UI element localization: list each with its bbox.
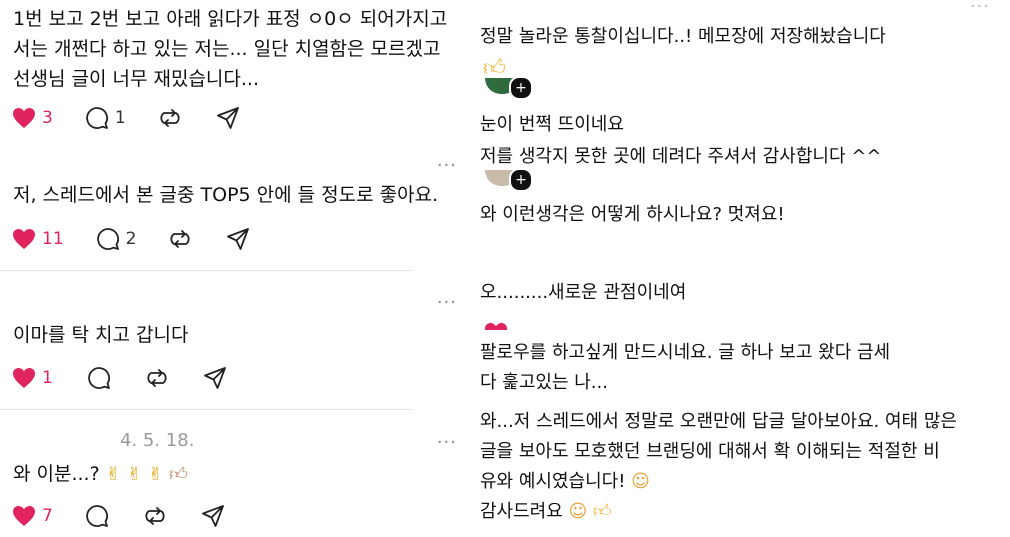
post-actions: 3 1 <box>12 104 240 132</box>
repost-button[interactable] <box>143 502 167 530</box>
comment-text-line: 글을 보아도 모호했던 브랜딩에 대해서 확 이해되는 적절한 비 <box>480 441 940 462</box>
more-icon: ··· <box>436 432 457 453</box>
post-text-line: 선생님 글이 너무 재밌습니다... <box>13 68 259 90</box>
repost-button[interactable] <box>158 104 182 132</box>
repost-icon <box>170 230 191 248</box>
more-options-button[interactable]: ··· <box>970 0 990 16</box>
post-text-line: 와 이분...? <box>13 463 100 485</box>
comment-text-line: 감사드려요 <box>480 501 563 522</box>
like-button[interactable]: 1 <box>12 364 53 392</box>
comment-text: 오.........새로운 관점이네여 <box>480 282 687 303</box>
more-icon: ··· <box>436 292 457 313</box>
thumbs-up-icon: 👍︎ <box>483 56 506 81</box>
comment-text-line: 와...저 스레드에서 정말로 오랜만에 답글 달아보아요. 여태 많은 <box>480 411 957 432</box>
share-button[interactable] <box>226 225 250 253</box>
comment-icon <box>86 505 108 527</box>
smiling-face-icon: ☺︎ <box>568 501 588 522</box>
divider <box>0 270 413 271</box>
heart-icon <box>13 506 35 526</box>
heart-icon <box>13 229 35 249</box>
comment-text-line: 다 훑고있는 나... <box>480 372 608 393</box>
like-button[interactable]: 7 <box>12 502 53 530</box>
reply-button[interactable]: 2 <box>96 225 137 253</box>
share-button[interactable] <box>203 364 227 392</box>
post-actions: 1 <box>12 364 227 392</box>
post-text: 와 이분...? ✌︎ ✌︎ ✌︎ 👍︎ <box>13 459 188 490</box>
divider <box>0 409 413 410</box>
repost-icon <box>160 109 180 127</box>
reply-button[interactable] <box>87 364 111 392</box>
like-count: 11 <box>42 229 64 249</box>
comment-icon <box>88 367 110 389</box>
thumbs-up-icon: 👍︎ <box>593 501 612 522</box>
repost-button[interactable] <box>145 364 169 392</box>
post-date: 4. 5. 18. <box>120 430 195 451</box>
share-button[interactable] <box>201 502 225 530</box>
more-options-button[interactable]: ··· <box>437 294 457 312</box>
post-text-line: 서는 개쩐다 하고 있는 저는... 일단 치열함은 모르겠고 <box>13 38 441 60</box>
comment-icon <box>86 107 108 129</box>
share-button[interactable] <box>216 104 240 132</box>
more-options-button[interactable]: ··· <box>437 434 457 452</box>
like-button[interactable]: 3 <box>12 104 53 132</box>
comment-text: 눈이 번쩍 뜨이네요 <box>480 114 624 135</box>
relieved-face-icon: ☺︎ <box>631 471 650 492</box>
post-text-line: 1번 보고 2번 보고 아래 읽다가 표정 ㅇ0ㅇ 되어가지고 <box>13 8 448 30</box>
more-icon: ··· <box>969 0 990 17</box>
follow-plus-icon[interactable]: + <box>509 168 533 192</box>
post-text: 저, 스레드에서 본 글중 TOP5 안에 들 정도로 좋아요. <box>13 180 438 210</box>
like-button[interactable]: 11 <box>12 225 64 253</box>
comment-icon <box>96 228 119 250</box>
post-text-line: 이마를 탁 치고 갑니다 <box>13 324 189 346</box>
more-options-button[interactable]: ··· <box>437 157 457 175</box>
more-icon: ··· <box>436 155 457 176</box>
post-actions: 7 <box>12 502 225 530</box>
comment-text: 팔로우를 하고싶게 만드시네요. 글 하나 보고 왔다 금세 다 훑고있는 나.… <box>480 338 1000 398</box>
reply-button[interactable]: 1 <box>85 104 126 132</box>
share-icon <box>203 367 226 389</box>
like-count: 3 <box>42 108 53 128</box>
repost-icon <box>145 507 165 525</box>
heart-icon <box>13 108 35 128</box>
thumbs-up-icon: 👍︎ <box>169 464 188 485</box>
post-text: 이마를 탁 치고 갑니다 <box>13 320 188 350</box>
share-icon <box>216 107 239 129</box>
crossed-fingers-icon: ✌︎ <box>126 464 142 485</box>
share-icon <box>201 505 224 527</box>
repost-icon <box>147 369 167 387</box>
heart-icon <box>13 368 35 388</box>
crossed-fingers-icon: ✌︎ <box>105 464 121 485</box>
like-count: 1 <box>42 368 53 388</box>
repost-button[interactable] <box>168 225 192 253</box>
post-actions: 11 2 <box>12 225 250 253</box>
reply-count: 2 <box>125 229 137 249</box>
reply-button[interactable] <box>85 502 109 530</box>
right-column: ··· 정말 놀라운 통찰이십니다..! 메모장에 저장해놨습니다 👍︎ + 눈… <box>475 0 1010 537</box>
comment-text: 와...저 스레드에서 정말로 오랜만에 답글 달아보아요. 여태 많은 글을 … <box>480 407 1000 527</box>
post-text-line: 저, 스레드에서 본 글중 TOP5 안에 들 정도로 좋아요. <box>13 184 439 206</box>
comment-text: 저를 생각지 못한 곳에 데려다 주셔서 감사합니다 ^^ <box>480 146 882 167</box>
reply-count: 1 <box>114 108 126 128</box>
heart-icon <box>483 322 509 330</box>
follow-plus-icon[interactable]: + <box>509 76 533 100</box>
left-column: 1번 보고 2번 보고 아래 읽다가 표정 ㅇ0ㅇ 되어가지고 서는 개쩐다 하… <box>0 0 475 537</box>
like-count: 7 <box>42 506 53 526</box>
comment-text-line: 유와 예시였습니다! <box>480 471 626 492</box>
crossed-fingers-icon: ✌︎ <box>148 464 164 485</box>
post-text: 1번 보고 2번 보고 아래 읽다가 표정 ㅇ0ㅇ 되어가지고 서는 개쩐다 하… <box>13 4 447 94</box>
comment-text: 정말 놀라운 통찰이십니다..! 메모장에 저장해놨습니다 <box>480 26 886 47</box>
comment-text-line: 팔로우를 하고싶게 만드시네요. 글 하나 보고 왔다 금세 <box>480 342 891 363</box>
comment-text: 와 이런생각은 어떻게 하시나요? 멋져요! <box>480 204 785 225</box>
share-icon <box>227 228 250 250</box>
